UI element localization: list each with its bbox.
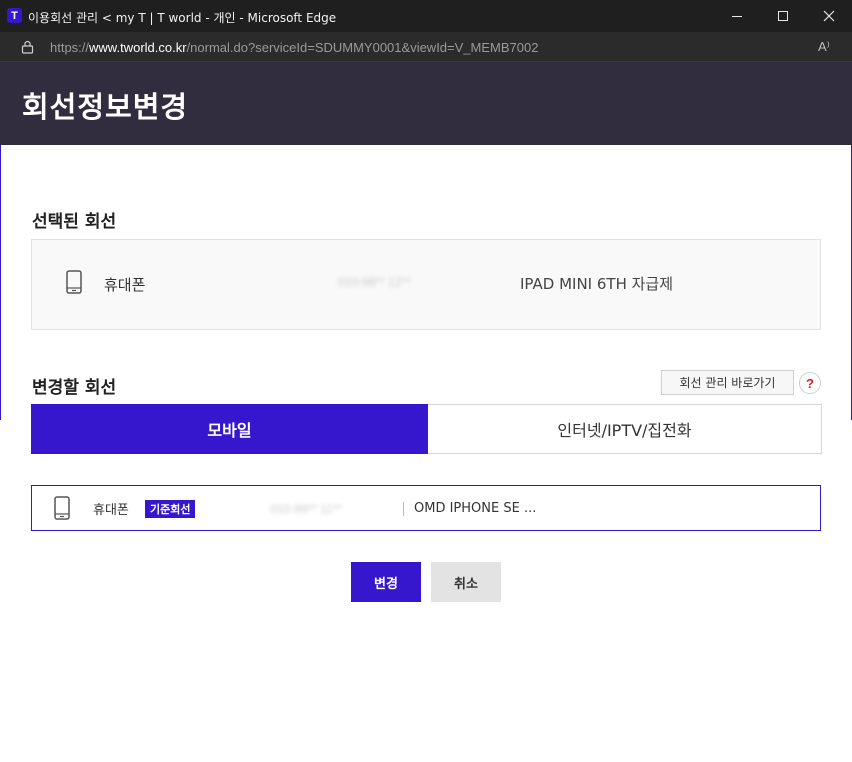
phone-icon	[54, 496, 70, 520]
selected-line-number: 010-98** 12**	[338, 275, 411, 289]
page-title: 회선정보변경	[22, 90, 189, 124]
close-button[interactable]	[806, 0, 852, 32]
line-device-label: 휴대폰	[93, 503, 129, 518]
maximize-button[interactable]	[760, 0, 806, 32]
selected-plan-name: IPAD MINI 6TH 자급제	[520, 275, 674, 293]
minimize-icon	[732, 15, 742, 17]
lock-icon[interactable]	[21, 40, 34, 54]
url-prefix: https://	[50, 40, 90, 55]
url-text[interactable]: https://www.tworld.co.kr/normal.do?servi…	[50, 40, 538, 55]
address-bar[interactable]: https://www.tworld.co.kr/normal.do?servi…	[0, 32, 852, 62]
line-number: 010-99** 11**	[270, 502, 342, 516]
item-divider	[403, 502, 404, 516]
tworld-app-icon: T	[7, 8, 22, 23]
change-line-title: 변경할 회선	[32, 378, 117, 398]
line-plan-name: OMD IPHONE SE ...	[414, 501, 537, 516]
help-icon[interactable]: ?	[799, 372, 821, 394]
selected-line-box: 휴대폰 010-98** 12** IPAD MINI 6TH 자급제	[31, 239, 821, 330]
line-list-item[interactable]: 휴대폰 기준회선 010-99** 11** OMD IPHONE SE ...	[31, 485, 821, 531]
page-header: 회선정보변경	[0, 62, 852, 145]
window-title: 이용회선 관리 < my T | T world - 개인 - Microsof…	[28, 11, 337, 25]
tab-mobile[interactable]: 모바일	[31, 404, 428, 454]
read-aloud-icon[interactable]: A⁾	[818, 39, 836, 55]
change-button[interactable]: 변경	[351, 562, 421, 602]
browser-title-bar: T 이용회선 관리 < my T | T world - 개인 - Micros…	[0, 0, 852, 32]
selected-line-title: 선택된 회선	[32, 212, 117, 232]
close-icon	[823, 10, 835, 22]
tab-internet-iptv-phone[interactable]: 인터넷/IPTV/집전화	[428, 404, 822, 454]
minimize-button[interactable]	[714, 0, 760, 32]
url-path: /normal.do?serviceId=SDUMMY0001&viewId=V…	[186, 40, 539, 55]
phone-icon	[66, 270, 82, 294]
popup-left-edge	[0, 145, 1, 420]
cancel-button[interactable]: 취소	[431, 562, 501, 602]
line-management-shortcut-button[interactable]: 회선 관리 바로가기	[661, 370, 794, 395]
base-line-badge: 기준회선	[145, 500, 196, 518]
maximize-icon	[778, 11, 788, 21]
url-host: www.tworld.co.kr	[89, 40, 187, 55]
selected-device-label: 휴대폰	[104, 276, 146, 294]
